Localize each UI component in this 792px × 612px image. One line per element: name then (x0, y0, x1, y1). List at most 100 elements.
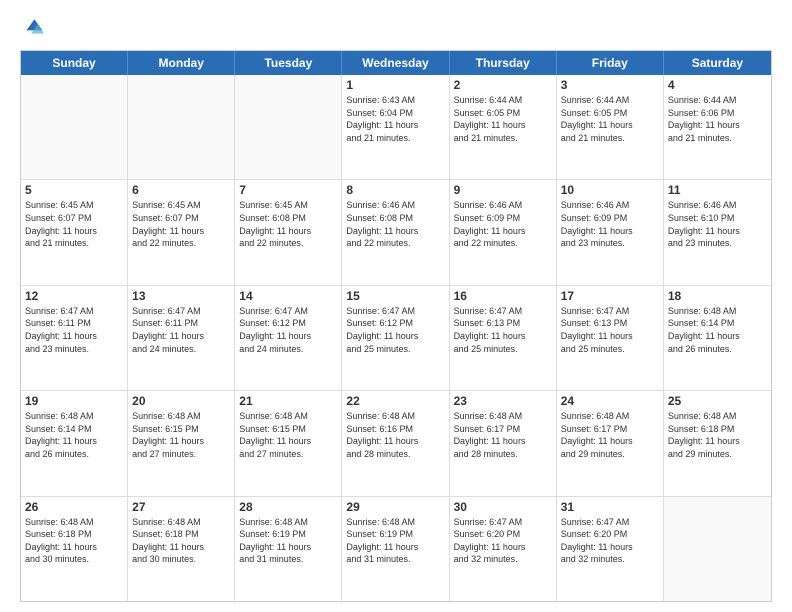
day-number: 16 (454, 289, 552, 303)
day-info: Sunrise: 6:45 AMSunset: 6:08 PMDaylight:… (239, 199, 337, 249)
calendar-cell: 18 Sunrise: 6:48 AMSunset: 6:14 PMDayligh… (664, 286, 771, 390)
calendar-cell: 9Sunrise: 6:46 AMSunset: 6:09 PMDaylight… (450, 180, 557, 284)
day-number: 13 (132, 289, 230, 303)
day-info: Sunrise: 6:47 AMSunset: 6:13 PMDaylight:… (561, 305, 659, 355)
weekday-header-friday: Friday (557, 51, 664, 75)
day-number: 5 (25, 183, 123, 197)
calendar-cell: 7 Sunrise: 6:45 AMSunset: 6:08 PMDaylight… (235, 180, 342, 284)
day-number: 4 (668, 78, 767, 92)
day-info: Sunrise: 6:46 AMSunset: 6:09 PMDaylight:… (454, 199, 552, 249)
day-number: 19 (25, 394, 123, 408)
calendar-cell: 12 Sunrise: 6:47 AMSunset: 6:11 PMDayligh… (21, 286, 128, 390)
weekday-header-wednesday: Wednesday (342, 51, 449, 75)
day-info: Sunrise: 6:48 AMSunset: 6:18 PMDaylight:… (132, 516, 230, 566)
day-info: Sunrise: 6:47 AMSunset: 6:20 PMDaylight:… (454, 516, 552, 566)
day-number: 31 (561, 500, 659, 514)
day-info: Sunrise: 6:45 AMSunset: 6:07 PMDaylight:… (25, 199, 123, 249)
day-number: 2 (454, 78, 552, 92)
day-number: 30 (454, 500, 552, 514)
day-info: Sunrise: 6:47 AMSunset: 6:11 PMDaylight:… (25, 305, 123, 355)
page: SundayMondayTuesdayWednesdayThursdayFrid… (0, 0, 792, 612)
calendar-cell: 17 Sunrise: 6:47 AMSunset: 6:13 PMDayligh… (557, 286, 664, 390)
day-info: Sunrise: 6:47 AMSunset: 6:11 PMDaylight:… (132, 305, 230, 355)
calendar-cell: 29 Sunrise: 6:48 AMSunset: 6:19 PMDayligh… (342, 497, 449, 601)
day-info: Sunrise: 6:44 AMSunset: 6:06 PMDaylight:… (668, 94, 767, 144)
day-number: 20 (132, 394, 230, 408)
day-number: 15 (346, 289, 444, 303)
weekday-header-monday: Monday (128, 51, 235, 75)
calendar-cell: 26 Sunrise: 6:48 AMSunset: 6:18 PMDayligh… (21, 497, 128, 601)
calendar: SundayMondayTuesdayWednesdayThursdayFrid… (20, 50, 772, 602)
day-info: Sunrise: 6:48 AMSunset: 6:16 PMDaylight:… (346, 410, 444, 460)
day-number: 26 (25, 500, 123, 514)
day-number: 29 (346, 500, 444, 514)
day-number: 24 (561, 394, 659, 408)
calendar-cell: 22 Sunrise: 6:48 AMSunset: 6:16 PMDayligh… (342, 391, 449, 495)
day-info: Sunrise: 6:47 AMSunset: 6:12 PMDaylight:… (239, 305, 337, 355)
calendar-cell: 11Sunrise: 6:46 AMSunset: 6:10 PMDayligh… (664, 180, 771, 284)
calendar-row-2: 12 Sunrise: 6:47 AMSunset: 6:11 PMDayligh… (21, 286, 771, 391)
weekday-header-thursday: Thursday (450, 51, 557, 75)
calendar-cell: 4 Sunrise: 6:44 AMSunset: 6:06 PMDaylight… (664, 75, 771, 179)
calendar-cell: 14 Sunrise: 6:47 AMSunset: 6:12 PMDayligh… (235, 286, 342, 390)
day-info: Sunrise: 6:48 AMSunset: 6:18 PMDaylight:… (25, 516, 123, 566)
calendar-cell: 13 Sunrise: 6:47 AMSunset: 6:11 PMDayligh… (128, 286, 235, 390)
calendar-cell: 24 Sunrise: 6:48 AMSunset: 6:17 PMDayligh… (557, 391, 664, 495)
weekday-header-sunday: Sunday (21, 51, 128, 75)
day-number: 1 (346, 78, 444, 92)
day-info: Sunrise: 6:45 AMSunset: 6:07 PMDaylight:… (132, 199, 230, 249)
calendar-cell (235, 75, 342, 179)
day-info: Sunrise: 6:48 AMSunset: 6:19 PMDaylight:… (346, 516, 444, 566)
calendar-cell: 2 Sunrise: 6:44 AMSunset: 6:05 PMDaylight… (450, 75, 557, 179)
day-number: 23 (454, 394, 552, 408)
weekday-header-tuesday: Tuesday (235, 51, 342, 75)
day-info: Sunrise: 6:48 AMSunset: 6:15 PMDaylight:… (132, 410, 230, 460)
calendar-cell: 25 Sunrise: 6:48 AMSunset: 6:18 PMDayligh… (664, 391, 771, 495)
calendar-cell: 3Sunrise: 6:44 AMSunset: 6:05 PMDaylight… (557, 75, 664, 179)
calendar-row-0: 1 Sunrise: 6:43 AMSunset: 6:04 PMDaylight… (21, 75, 771, 180)
day-info: Sunrise: 6:48 AMSunset: 6:18 PMDaylight:… (668, 410, 767, 460)
day-number: 8 (346, 183, 444, 197)
day-info: Sunrise: 6:46 AMSunset: 6:09 PMDaylight:… (561, 199, 659, 249)
calendar-cell: 28Sunrise: 6:48 AMSunset: 6:19 PMDayligh… (235, 497, 342, 601)
day-info: Sunrise: 6:48 AMSunset: 6:14 PMDaylight:… (668, 305, 767, 355)
day-number: 25 (668, 394, 767, 408)
day-number: 6 (132, 183, 230, 197)
calendar-cell: 1 Sunrise: 6:43 AMSunset: 6:04 PMDaylight… (342, 75, 449, 179)
calendar-header: SundayMondayTuesdayWednesdayThursdayFrid… (21, 51, 771, 75)
day-number: 27 (132, 500, 230, 514)
calendar-cell: 20 Sunrise: 6:48 AMSunset: 6:15 PMDayligh… (128, 391, 235, 495)
day-info: Sunrise: 6:48 AMSunset: 6:19 PMDaylight:… (239, 516, 337, 566)
calendar-cell (21, 75, 128, 179)
day-info: Sunrise: 6:48 AMSunset: 6:17 PMDaylight:… (561, 410, 659, 460)
day-info: Sunrise: 6:47 AMSunset: 6:20 PMDaylight:… (561, 516, 659, 566)
weekday-header-saturday: Saturday (664, 51, 771, 75)
logo-icon (20, 16, 44, 40)
day-number: 22 (346, 394, 444, 408)
day-number: 7 (239, 183, 337, 197)
day-info: Sunrise: 6:47 AMSunset: 6:12 PMDaylight:… (346, 305, 444, 355)
day-info: Sunrise: 6:48 AMSunset: 6:17 PMDaylight:… (454, 410, 552, 460)
day-number: 17 (561, 289, 659, 303)
calendar-cell (664, 497, 771, 601)
calendar-body: 1 Sunrise: 6:43 AMSunset: 6:04 PMDaylight… (21, 75, 771, 601)
day-info: Sunrise: 6:43 AMSunset: 6:04 PMDaylight:… (346, 94, 444, 144)
day-number: 21 (239, 394, 337, 408)
calendar-cell: 16 Sunrise: 6:47 AMSunset: 6:13 PMDayligh… (450, 286, 557, 390)
day-info: Sunrise: 6:44 AMSunset: 6:05 PMDaylight:… (561, 94, 659, 144)
day-number: 18 (668, 289, 767, 303)
day-number: 12 (25, 289, 123, 303)
calendar-cell: 5 Sunrise: 6:45 AMSunset: 6:07 PMDaylight… (21, 180, 128, 284)
calendar-cell: 23 Sunrise: 6:48 AMSunset: 6:17 PMDayligh… (450, 391, 557, 495)
header (20, 16, 772, 40)
day-info: Sunrise: 6:44 AMSunset: 6:05 PMDaylight:… (454, 94, 552, 144)
calendar-cell: 21Sunrise: 6:48 AMSunset: 6:15 PMDayligh… (235, 391, 342, 495)
day-info: Sunrise: 6:47 AMSunset: 6:13 PMDaylight:… (454, 305, 552, 355)
logo (20, 16, 48, 40)
calendar-row-4: 26 Sunrise: 6:48 AMSunset: 6:18 PMDayligh… (21, 497, 771, 601)
calendar-cell (128, 75, 235, 179)
calendar-cell: 10Sunrise: 6:46 AMSunset: 6:09 PMDayligh… (557, 180, 664, 284)
calendar-cell: 30 Sunrise: 6:47 AMSunset: 6:20 PMDayligh… (450, 497, 557, 601)
day-number: 14 (239, 289, 337, 303)
day-info: Sunrise: 6:48 AMSunset: 6:14 PMDaylight:… (25, 410, 123, 460)
